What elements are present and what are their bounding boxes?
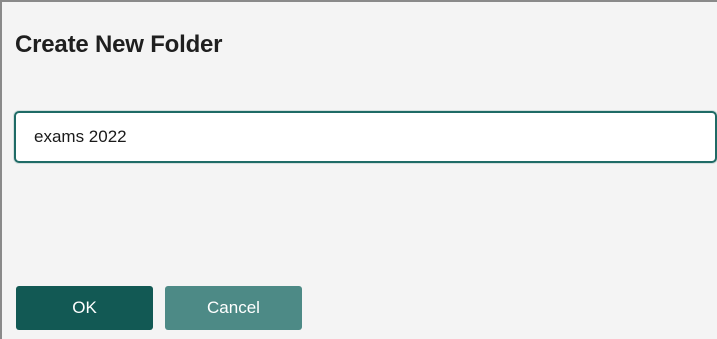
folder-name-input[interactable] bbox=[14, 111, 717, 163]
ok-button[interactable]: OK bbox=[16, 286, 153, 330]
cancel-button-label: Cancel bbox=[207, 298, 260, 317]
ok-button-label: OK bbox=[72, 298, 97, 317]
dialog-title: Create New Folder bbox=[15, 31, 223, 58]
cancel-button[interactable]: Cancel bbox=[165, 286, 302, 330]
create-folder-dialog: Create New Folder OK Cancel bbox=[0, 0, 717, 339]
